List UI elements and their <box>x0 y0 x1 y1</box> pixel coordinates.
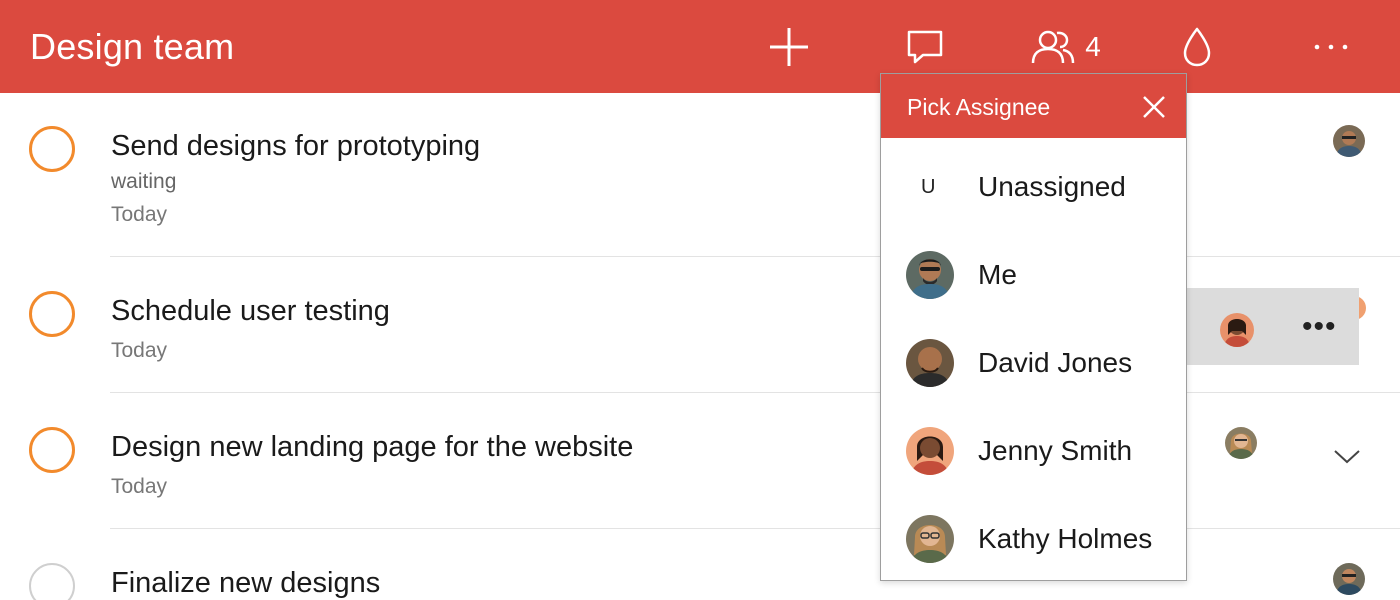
comments-button[interactable] <box>900 22 950 72</box>
task-title: Design new landing page for the website <box>111 431 634 463</box>
task-title: Send designs for prototyping <box>111 130 481 162</box>
assignee-option-jenny-smith[interactable]: Jenny Smith <box>881 404 1186 492</box>
assignee-name: Me <box>978 259 1017 290</box>
assignee-option-me[interactable]: Me <box>881 228 1186 316</box>
task-row[interactable]: Finalize new designs <box>0 529 1400 600</box>
task-note: waiting <box>111 170 177 193</box>
assignee-avatar[interactable] <box>1333 563 1365 595</box>
task-due-date: Today <box>111 339 168 362</box>
add-task-button[interactable] <box>764 22 814 72</box>
avatar <box>906 251 954 299</box>
task-due-date: Today <box>111 475 168 498</box>
more-options-button[interactable] <box>1306 22 1356 72</box>
task-due-date: Today <box>111 203 168 226</box>
assignee-avatar[interactable] <box>1220 313 1254 347</box>
unassigned-initial: U <box>921 176 936 198</box>
task-title: Finalize new designs <box>111 567 381 599</box>
task-checkbox[interactable] <box>29 291 75 337</box>
assignee-avatar[interactable] <box>1333 125 1365 157</box>
row-actions: ••• <box>1184 288 1359 365</box>
theme-button[interactable] <box>1172 22 1222 72</box>
task-row[interactable]: Send designs for prototyping waiting Tod… <box>0 93 1400 256</box>
pick-assignee-popup: Pick Assignee U Unassigned Me David Jone… <box>880 73 1187 581</box>
popup-title: Pick Assignee <box>907 94 1051 120</box>
chevron-down-icon[interactable] <box>1332 444 1362 468</box>
task-checkbox[interactable] <box>29 563 75 600</box>
assignee-option-kathy-holmes[interactable]: Kathy Holmes <box>881 492 1186 580</box>
row-more-button[interactable]: ••• <box>1302 310 1337 344</box>
members-button[interactable]: 4 <box>1020 22 1110 72</box>
task-title: Schedule user testing <box>111 295 390 327</box>
task-row[interactable]: Design new landing page for the website … <box>0 393 1400 528</box>
avatar <box>906 515 954 563</box>
drop-icon <box>1183 27 1211 67</box>
assignee-name: Jenny Smith <box>978 435 1133 466</box>
people-icon <box>1031 30 1075 64</box>
task-checkbox[interactable] <box>29 126 75 172</box>
assignee-option-unassigned[interactable]: U Unassigned <box>881 140 1186 228</box>
avatar <box>906 339 954 387</box>
assignee-name: David Jones <box>978 347 1133 378</box>
popup-header: Pick Assignee <box>881 74 1186 138</box>
app-header: Design team 4 <box>0 0 1400 93</box>
assignee-avatar[interactable] <box>1225 427 1257 459</box>
plus-icon <box>770 28 808 66</box>
list-title: Design team <box>30 26 235 67</box>
assignee-name: Kathy Holmes <box>978 523 1153 554</box>
task-checkbox[interactable] <box>29 427 75 473</box>
comment-icon <box>907 30 943 64</box>
assignee-name: Unassigned <box>978 171 1126 202</box>
close-icon[interactable] <box>1139 92 1169 122</box>
avatar <box>906 427 954 475</box>
ellipsis-icon <box>1314 44 1348 50</box>
assignee-option-david-jones[interactable]: David Jones <box>881 316 1186 404</box>
member-count: 4 <box>1085 31 1101 62</box>
